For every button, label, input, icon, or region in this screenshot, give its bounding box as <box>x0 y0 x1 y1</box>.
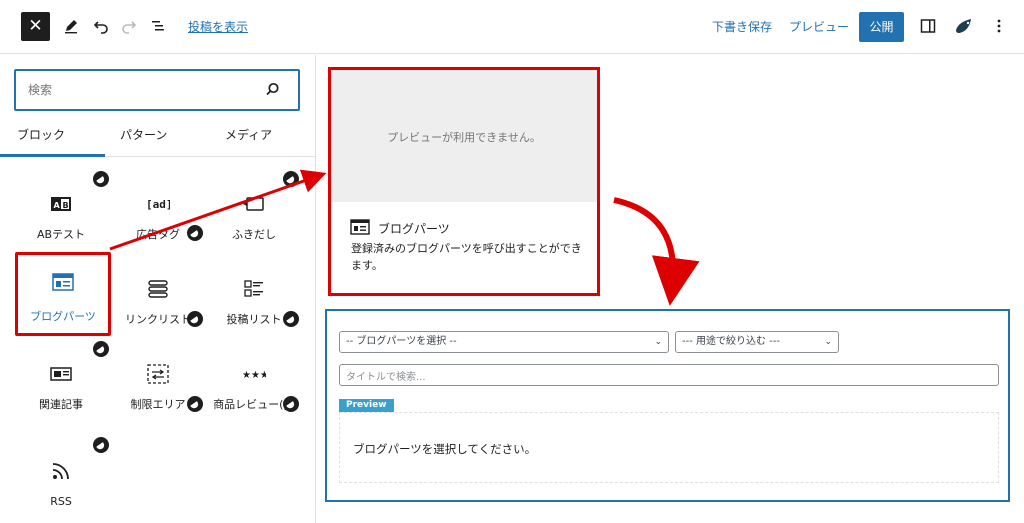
block-item-label: RSS <box>50 495 72 508</box>
active-tab-indicator <box>0 154 105 157</box>
link-list-icon <box>145 276 171 302</box>
swell-badge-icon <box>187 396 203 412</box>
chevron-down-icon: ⌄ <box>654 337 662 347</box>
block-item-label: ABテスト <box>36 228 86 241</box>
preview-button[interactable]: プレビュー <box>789 18 849 35</box>
swell-logo-icon[interactable] <box>953 15 975 37</box>
inserter-tabs: ブロック パターン メディア <box>0 117 316 157</box>
block-item-post-list[interactable]: 投稿リスト <box>208 260 300 338</box>
filter-by-use-select[interactable]: --- 用途で絞り込む --- ⌄ <box>675 331 839 353</box>
block-item-label: ふきだし <box>232 228 276 241</box>
svg-text:[ad]: [ad] <box>146 198 170 211</box>
swell-badge-icon <box>93 341 109 357</box>
block-item-rss[interactable]: RSS <box>15 442 107 520</box>
title-search-field[interactable] <box>339 364 999 388</box>
search-icon[interactable] <box>265 82 280 101</box>
blog-parts-icon <box>50 269 76 295</box>
redo-icon[interactable] <box>118 15 140 37</box>
block-item-label: 関連記事 <box>39 398 83 411</box>
svg-text:A: A <box>54 201 61 210</box>
swell-badge-icon <box>187 225 203 241</box>
ab-test-icon: AB <box>48 191 74 217</box>
block-item-product-review[interactable]: ★★★ 商品レビュー(β) <box>208 345 300 423</box>
settings-sidebar-icon[interactable] <box>917 15 939 37</box>
swell-badge-icon <box>93 437 109 453</box>
preview-unavailable-text: プレビューが利用できません。 <box>387 131 541 144</box>
block-search-input[interactable] <box>16 71 246 109</box>
publish-button[interactable]: 公開 <box>859 12 904 42</box>
blog-parts-block[interactable]: -- ブログパーツを選択 -- ⌄ --- 用途で絞り込む --- ⌄ Prev… <box>325 309 1010 502</box>
block-inserter-sidebar: ブロック パターン メディア AB ABテスト [ad] 広告タグ ふきだし ブ… <box>0 55 316 523</box>
rss-icon <box>48 458 74 484</box>
swell-badge-icon <box>283 396 299 412</box>
tab-blocks[interactable]: ブロック <box>17 126 65 143</box>
block-item-speech-bubble[interactable]: ふきだし <box>208 175 300 253</box>
select-value: --- 用途で絞り込む --- <box>682 336 781 347</box>
preview-block-description: 登録済みのブログパーツを呼び出すことができます。 <box>351 242 582 272</box>
svg-text:B: B <box>63 201 69 210</box>
svg-text:★★★: ★★★ <box>242 370 266 380</box>
block-preview-popover: プレビューが利用できません。 ブログパーツ 登録済みのブログパーツを呼び出すこと… <box>328 67 600 296</box>
block-search-box[interactable] <box>14 69 300 111</box>
preview-label-badge: Preview <box>339 399 394 412</box>
close-button[interactable]: ✕ <box>21 12 50 41</box>
options-menu-icon[interactable] <box>988 15 1010 37</box>
select-prompt-text: ブログパーツを選択してください。 <box>353 442 537 456</box>
tab-media[interactable]: メディア <box>225 126 272 143</box>
swell-badge-icon <box>93 171 109 187</box>
block-item-label: ブログパーツ <box>30 310 96 323</box>
speech-bubble-icon <box>241 191 267 217</box>
restricted-area-icon <box>145 361 171 387</box>
pen-tool-icon[interactable] <box>60 15 82 37</box>
block-item-link-list[interactable]: リンクリスト <box>112 260 204 338</box>
ad-tag-icon: [ad] <box>145 191 171 217</box>
block-item-restricted-area[interactable]: 制限エリア <box>112 345 204 423</box>
undo-icon[interactable] <box>90 15 112 37</box>
editor-toolbar: ✕ 投稿を表示 下書き保存 プレビュー 公開 <box>0 0 1024 54</box>
preview-block-title: ブログパーツ <box>378 222 450 236</box>
swell-badge-icon <box>283 311 299 327</box>
select-value: -- ブログパーツを選択 -- <box>346 336 457 347</box>
swell-badge-icon <box>283 171 299 187</box>
preview-area: プレビューが利用できません。 <box>331 70 597 202</box>
block-item-ad-tag[interactable]: [ad] 広告タグ <box>112 175 204 253</box>
chevron-down-icon: ⌄ <box>824 337 832 347</box>
save-draft-button[interactable]: 下書き保存 <box>712 18 772 35</box>
view-post-link[interactable]: 投稿を表示 <box>188 18 248 35</box>
block-item-related-post[interactable]: 関連記事 <box>15 345 107 423</box>
blog-parts-select[interactable]: -- ブログパーツを選択 -- ⌄ <box>339 331 669 353</box>
blog-parts-preview-box: ブログパーツを選択してください。 <box>339 412 999 483</box>
document-overview-icon[interactable] <box>147 15 169 37</box>
block-item-ab-test[interactable]: AB ABテスト <box>15 175 107 253</box>
related-post-icon <box>48 361 74 387</box>
title-search-input[interactable] <box>340 367 980 388</box>
tab-patterns[interactable]: パターン <box>120 126 167 143</box>
product-review-icon: ★★★ <box>241 361 267 387</box>
post-list-icon <box>241 276 267 302</box>
arrow-to-block <box>613 197 700 306</box>
block-item-blog-parts[interactable]: ブログパーツ <box>15 252 111 336</box>
blog-parts-icon <box>350 219 370 239</box>
swell-badge-icon <box>187 311 203 327</box>
